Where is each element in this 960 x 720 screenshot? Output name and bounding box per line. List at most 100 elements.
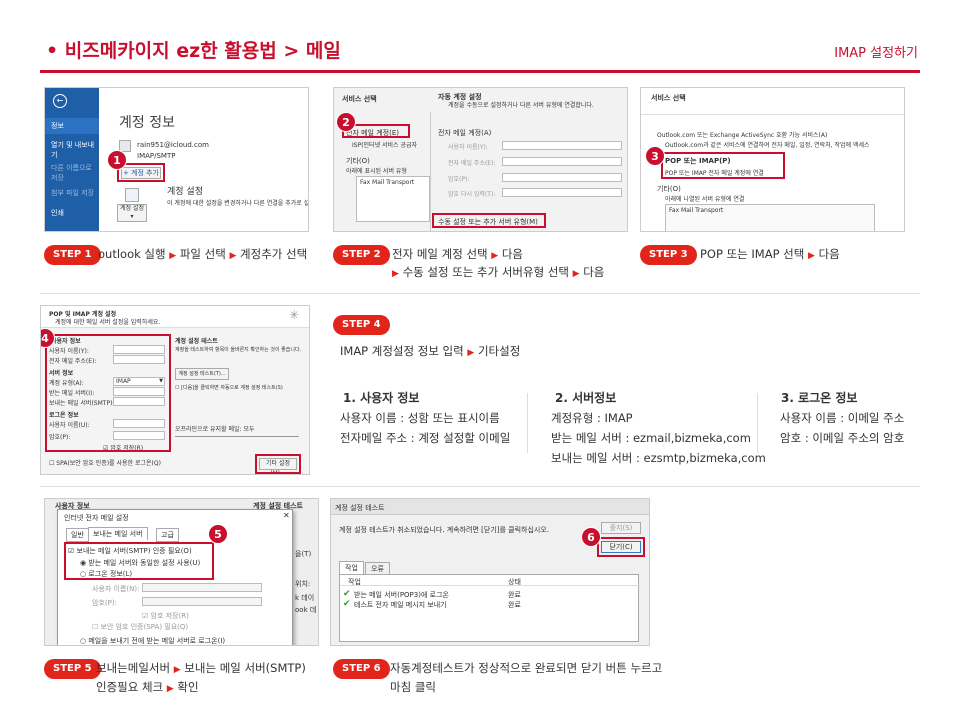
- marker-5: 5: [208, 524, 228, 544]
- smtp-pw-field[interactable]: [142, 597, 262, 606]
- table-row: ✔ 테스트 전자 메일 메시지 보내기 완료: [340, 599, 640, 610]
- settings-desc: 이 계정에 대한 설정을 변경하거나 다른 연결을 추가로 설: [167, 200, 309, 207]
- step5-badge: STEP 5: [44, 659, 101, 679]
- info-col3-title: 3. 로그온 정보: [781, 391, 858, 405]
- nav-open[interactable]: 열기 및 내보내기: [51, 140, 97, 160]
- step2-part1: 전자 메일 계정 선택: [392, 247, 488, 261]
- info-col3-line2: 암호 : 이메일 주소의 암호: [780, 431, 905, 445]
- info-col2-line2: 받는 메일 서버 : ezmail,bizmeka,com: [551, 431, 751, 445]
- info-col2-line3: 보내는 메일 서버 : ezsmtp,bizmeka,com: [551, 451, 766, 465]
- arrow-right-icon: ▶: [229, 251, 237, 261]
- tab-tasks[interactable]: 작업: [339, 561, 364, 574]
- option-other[interactable]: 기타(O): [346, 156, 370, 166]
- col-status: 상태: [508, 578, 521, 586]
- tab-outgoing[interactable]: 보내는 메일 서버: [88, 527, 148, 540]
- field-pw[interactable]: [502, 173, 622, 182]
- nav-saveas[interactable]: 다른 이름으로 저장: [51, 163, 97, 183]
- marker-1: 1: [107, 150, 127, 170]
- tab-general[interactable]: 일반: [66, 528, 89, 542]
- option-outlook-sub: Outlook.com과 같은 서비스에 연결하여 전자 메일, 일정, 연락처…: [665, 142, 870, 149]
- tab-advanced[interactable]: 고급: [156, 528, 179, 542]
- step5-part4: 확인: [177, 680, 199, 694]
- arrow-right-icon: ▶: [807, 251, 815, 261]
- email-settings-dialog: 인터넷 전자 메일 설정 ✕ 일반 보내는 메일 서버 고급 ☑ 보내는 메일 …: [57, 509, 293, 645]
- arrow-right-icon: ▶: [166, 684, 174, 694]
- option-outlook-com[interactable]: Outlook.com 또는 Exchange ActiveSync 호환 가능…: [657, 130, 827, 139]
- label-pw2: 암호 다시 입력(T):: [448, 191, 496, 198]
- option-other-3[interactable]: 기타(O): [657, 184, 681, 194]
- divider: [430, 112, 431, 231]
- arrow-right-icon: ▶: [572, 269, 580, 279]
- highlight-smtp-auth: [64, 542, 214, 580]
- spa-label-5: 보안 암호 인증(SPA) 필요(Q): [100, 623, 189, 631]
- offline-label: 오프라인으로 유지할 메일: 모두: [175, 426, 255, 433]
- info-col2-title: 2. 서버정보: [555, 391, 617, 405]
- screenshot-service-select: 서비스 선택 Outlook.com 또는 Exchange ActiveSyn…: [640, 87, 905, 232]
- step2-part4: 다음: [583, 265, 605, 279]
- arrow-right-icon: ▶: [467, 348, 475, 358]
- account-email: rain951@icloud.com: [137, 141, 209, 149]
- service-header: 서비스 선택: [342, 95, 377, 103]
- row-status: 완료: [508, 601, 521, 609]
- info-col2-line1: 계정유형 : IMAP: [551, 411, 633, 425]
- highlight-pop-imap: [661, 152, 785, 179]
- spa-checkbox[interactable]: ☐ SPA(보안 암호 인증)를 사용한 로그온(Q): [49, 458, 161, 467]
- section-divider: [40, 486, 920, 487]
- field-user[interactable]: [502, 141, 622, 150]
- stop-button[interactable]: 중지(S): [601, 522, 641, 534]
- save-pw-label: 암호 저장(R): [150, 612, 189, 620]
- logon-before-radio[interactable]: ○ 메일을 보내기 전에 받는 메일 서버로 로그온(I): [80, 636, 226, 645]
- field-email[interactable]: [502, 157, 622, 166]
- fax-item-3[interactable]: Fax Mail Transport: [669, 207, 723, 214]
- step1-caption: outlook 실행 ▶ 파일 선택 ▶ 계정추가 선택: [98, 245, 307, 266]
- dialog-close-icon[interactable]: ✕: [283, 511, 290, 520]
- screenshot-imap-settings: POP 및 IMAP 계정 설정 계정에 대한 메일 서버 설정을 입력하세요.…: [40, 305, 310, 475]
- back-arrow-icon[interactable]: ←: [53, 94, 67, 108]
- screenshot-account-info: ← 정보 열기 및 내보내기 다른 이름으로 저장 첨부 파일 저장 인쇄 계정…: [44, 87, 309, 232]
- step5-caption-1: 보내는메일서버 ▶ 보내는 메일 서버(SMTP): [96, 659, 306, 680]
- auto-test-label: [다음]을 클릭하면 자동으로 계정 설정 테스트(S): [181, 385, 283, 391]
- header-rule: [40, 70, 920, 73]
- auto-sub: 계정을 수동으로 설정하거나 다른 서버 유형에 연결합니다.: [448, 102, 594, 109]
- screenshot-auto-setup: 서비스 선택 자동 계정 설정 계정을 수동으로 설정하거나 다른 서버 유형에…: [333, 87, 628, 232]
- save-pw-checkbox[interactable]: ☑ 암호 저장(R): [142, 611, 189, 621]
- step2-caption-2: ▶ 수동 설정 또는 추가 서버유형 선택 ▶ 다음: [392, 263, 604, 284]
- option-other-sub: 아래에 표시된 서버 유형: [346, 168, 407, 175]
- page-subtitle: IMAP 설정하기: [834, 46, 918, 61]
- label-email: 전자 메일 주소(E):: [448, 160, 496, 167]
- info-separator: [527, 393, 528, 453]
- field-pw2[interactable]: [502, 188, 622, 197]
- step1-part1: outlook 실행: [98, 247, 166, 261]
- account-settings-button[interactable]: 계정 설정 ▾: [117, 204, 147, 222]
- spa-label: SPA(보안 암호 인증)를 사용한 로그온(Q): [56, 460, 161, 467]
- arrow-right-icon: ▶: [392, 269, 399, 279]
- highlight-account-fields: [45, 334, 171, 452]
- step3-caption: POP 또는 IMAP 선택 ▶ 다음: [700, 245, 840, 266]
- table-header: 작업 상태: [340, 575, 640, 586]
- marker-2: 2: [336, 112, 356, 132]
- step3-badge: STEP 3: [640, 245, 697, 265]
- check-icon: ✔: [343, 589, 351, 599]
- auto-test-checkbox[interactable]: ☐ [다음]을 클릭하면 자동으로 계정 설정 테스트(S): [175, 384, 283, 391]
- option-email-sub: ISP(인터넷 서비스 공급자: [352, 142, 418, 149]
- settings-icon: [125, 188, 139, 202]
- step5-caption-2: 인증필요 체크 ▶ 확인: [96, 678, 199, 699]
- nav-info[interactable]: 정보: [45, 118, 99, 134]
- step6-badge: STEP 6: [333, 659, 390, 679]
- test-settings-button[interactable]: 계정 설정 테스트(T)...: [175, 368, 229, 380]
- step5-part3: 인증필요 체크: [96, 680, 164, 694]
- info-separator: [757, 393, 758, 453]
- logon-before-label: 메일을 보내기 전에 받는 메일 서버로 로그온(I): [88, 637, 226, 645]
- spa-checkbox-5[interactable]: ☐ 보안 암호 인증(SPA) 필요(Q): [92, 622, 188, 632]
- side-text-4: ook 데: [295, 606, 317, 614]
- nav-print[interactable]: 인쇄: [51, 208, 64, 218]
- step2-part3: 수동 설정 또는 추가 서버유형 선택: [402, 265, 569, 279]
- test-desc: 계정을 테스트하여 항목이 올바른지 확인하는 것이 좋습니다.: [175, 347, 302, 353]
- screenshot-outgoing-server: 사용자 정보 계정 설정 테스트 을(T) 위치: k 데이 ook 데 인터넷…: [44, 498, 319, 646]
- smtp-user-field[interactable]: [142, 583, 262, 592]
- fax-item[interactable]: Fax Mail Transport: [360, 179, 414, 186]
- offline-slider[interactable]: [175, 436, 299, 437]
- radio-email-account[interactable]: 전자 메일 계정(A): [438, 128, 491, 138]
- nav-attach[interactable]: 첨부 파일 저장: [51, 188, 94, 198]
- arrow-right-icon: ▶: [173, 665, 181, 675]
